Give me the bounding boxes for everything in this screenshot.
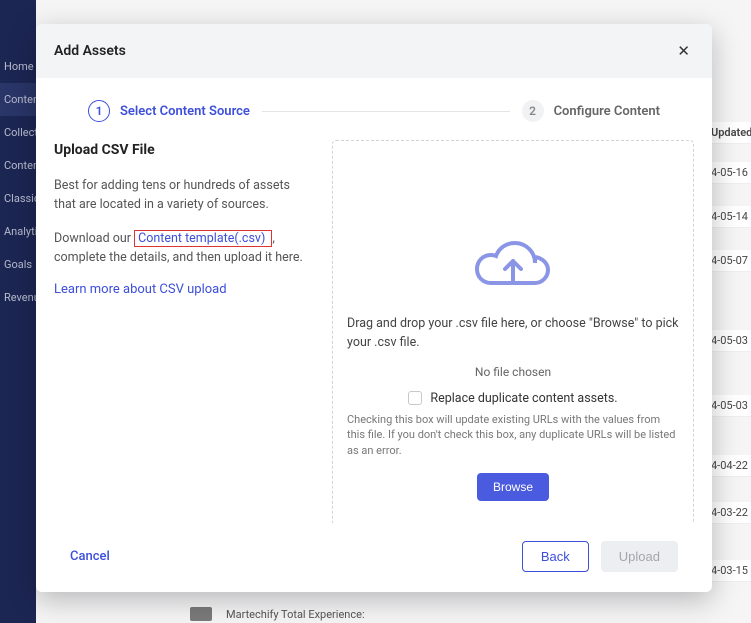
sidebar-item-content2[interactable]: Content xyxy=(0,149,36,182)
bg-bottom-label: Martechify Total Experience: xyxy=(226,608,365,621)
footer-actions: Back Upload xyxy=(522,541,678,572)
modal-title: Add Assets xyxy=(54,43,126,59)
bg-row: 4-05-03 xyxy=(711,395,751,417)
bg-row: 4-04-22 xyxy=(711,455,751,477)
content-template-link[interactable]: Content template(.csv) xyxy=(134,230,272,247)
back-button[interactable]: Back xyxy=(522,541,589,572)
close-icon[interactable]: ✕ xyxy=(673,38,694,64)
add-assets-modal: Add Assets ✕ 1 Select Content Source 2 C… xyxy=(36,24,712,592)
browse-button[interactable]: Browse xyxy=(477,473,549,501)
upload-info-panel: Upload CSV File Best for adding tens or … xyxy=(54,140,314,523)
upload-button[interactable]: Upload xyxy=(601,541,678,572)
replace-checkbox-row[interactable]: Replace duplicate content assets. xyxy=(408,391,617,406)
bg-row: 4-05-14 xyxy=(711,206,751,228)
upload-description: Best for adding tens or hundreds of asse… xyxy=(54,176,314,215)
step-2-number: 2 xyxy=(522,100,544,122)
stepper: 1 Select Content Source 2 Configure Cont… xyxy=(36,78,712,132)
replace-label: Replace duplicate content assets. xyxy=(430,391,617,406)
step-1-label: Select Content Source xyxy=(120,104,250,119)
step-divider xyxy=(262,111,510,112)
modal-body: Upload CSV File Best for adding tens or … xyxy=(36,132,712,523)
bg-table-column: Updated 4-05-16 4-05-14 4-05-07 4-05-03 … xyxy=(711,0,751,623)
bg-row: 4-03-22 xyxy=(711,502,751,524)
bg-row: 4-05-03 xyxy=(711,330,751,352)
sidebar-item-classic[interactable]: Classic Explore xyxy=(0,182,36,215)
bg-row: 4-03-15 xyxy=(711,560,751,582)
step-2-label: Configure Content xyxy=(554,104,660,119)
download-text: Download our Content template(.csv) , co… xyxy=(54,229,314,268)
replace-hint: Checking this box will update existing U… xyxy=(347,412,679,460)
modal-footer: Cancel Back Upload xyxy=(36,523,712,592)
cloud-upload-icon xyxy=(473,237,553,299)
bg-col-header: Updated xyxy=(711,122,751,144)
learn-more-link[interactable]: Learn more about CSV upload xyxy=(54,282,227,297)
bg-bottom-row: Martechify Total Experience: xyxy=(190,607,365,621)
step-1-number: 1 xyxy=(88,100,110,122)
cancel-button[interactable]: Cancel xyxy=(70,549,110,564)
drop-instruction: Drag and drop your .csv file here, or ch… xyxy=(347,315,679,353)
sidebar-item-content[interactable]: Content xyxy=(0,83,36,116)
thumbnail-icon xyxy=(190,607,212,621)
bg-row: 4-05-16 xyxy=(711,162,751,184)
replace-checkbox[interactable] xyxy=(408,391,422,405)
bg-row: 4-05-07 xyxy=(711,250,751,272)
file-dropzone[interactable]: Drag and drop your .csv file here, or ch… xyxy=(332,140,694,523)
sidebar-item-analytics[interactable]: Analytics xyxy=(0,215,36,248)
step-1[interactable]: 1 Select Content Source xyxy=(88,100,250,122)
sidebar-item-goals[interactable]: Goals xyxy=(0,248,36,281)
download-prefix: Download our xyxy=(54,231,134,246)
app-sidebar: Home Content Collections Content Classic… xyxy=(0,0,36,623)
no-file-chosen: No file chosen xyxy=(475,365,551,379)
sidebar-item-collections[interactable]: Collections xyxy=(0,116,36,149)
upload-heading: Upload CSV File xyxy=(54,142,314,158)
modal-header: Add Assets ✕ xyxy=(36,24,712,78)
sidebar-item-home[interactable]: Home xyxy=(0,50,36,83)
step-2[interactable]: 2 Configure Content xyxy=(522,100,660,122)
sidebar-item-revenue[interactable]: Revenue xyxy=(0,281,36,314)
